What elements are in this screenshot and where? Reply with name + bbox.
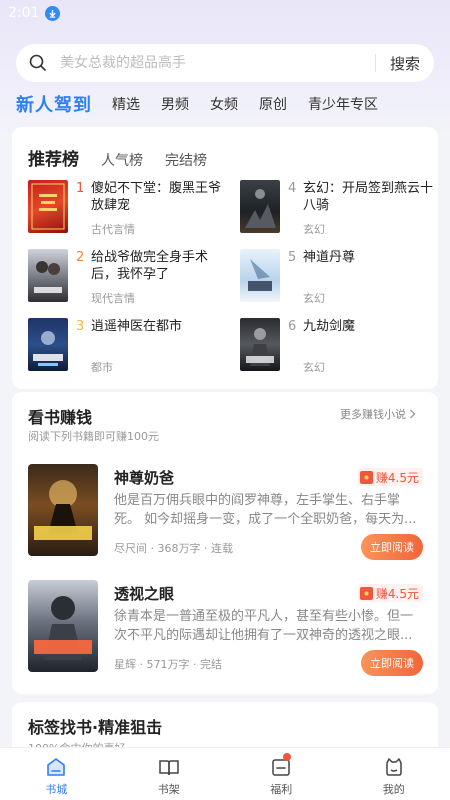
rank-genre: 古代言情: [91, 223, 135, 236]
reward-amount: 赚4.5元: [375, 586, 419, 601]
tab-finished-rank[interactable]: 完结榜: [165, 150, 207, 170]
bookstore-icon: [47, 758, 66, 776]
red-envelope-icon: [359, 586, 373, 600]
rank-number: 3: [76, 319, 85, 334]
nav-label: 书架: [157, 783, 180, 796]
nav-label: 我的: [382, 783, 405, 796]
tab-featured[interactable]: 精选: [112, 94, 140, 114]
nav-bookstore[interactable]: 书城: [0, 748, 113, 800]
rank-title: 九劫剑魔: [303, 319, 356, 334]
rank-genre: 玄幻: [303, 223, 325, 236]
tab-male[interactable]: 男频: [161, 94, 189, 114]
reward-badge: 赚4.5元: [357, 584, 423, 602]
rank-item[interactable]: 2 给战爷做完全身手术后，我怀孕了 现代言情: [28, 249, 228, 309]
red-envelope-icon: [359, 470, 373, 484]
section-title: 标签找书·精准狙击: [28, 718, 163, 737]
book-cover: [28, 580, 98, 672]
book-meta: 尽尺间 · 368万字 · 连载: [114, 542, 233, 555]
rank-genre: 都市: [91, 361, 113, 374]
profile-icon: [386, 758, 402, 776]
rank-genre: 玄幻: [303, 292, 325, 305]
book-item[interactable]: 透视之眼 赚4.5元 徐青本是一普通至极的平凡人，甚至有些小惨。但一次不平凡的际…: [28, 580, 423, 676]
ranking-card: 推荐榜 人气榜 完结榜 1 傻妃不下堂：腹黑王爷放肆宠 古代言情 2 给战爷做完…: [12, 127, 438, 389]
category-nav: 新人驾到 精选 男频 女频 原创 青少年专区: [16, 92, 436, 116]
status-bar: 2:01: [0, 0, 450, 26]
ranking-tabs: 推荐榜 人气榜 完结榜: [28, 145, 229, 170]
rank-number: 4: [288, 181, 297, 196]
chevron-right-icon: [410, 409, 416, 419]
more-earn-label: 更多赚钱小说: [340, 408, 406, 421]
section-title: 看书赚钱: [28, 408, 93, 427]
rank-item[interactable]: 5 神道丹尊 玄幻: [240, 249, 440, 309]
reward-badge: 赚4.5元: [357, 468, 423, 486]
book-title: 神尊奶爸: [114, 469, 175, 487]
rank-title: 玄幻：开局签到燕云十八骑: [303, 181, 434, 213]
book-cover: [240, 318, 280, 371]
rank-item[interactable]: 1 傻妃不下堂：腹黑王爷放肆宠 古代言情: [28, 180, 228, 240]
rank-number: 1: [76, 181, 85, 196]
bookshelf-icon: [159, 760, 179, 776]
section-subtitle: 阅读下列书籍即可赚100元: [28, 430, 159, 443]
tab-youth[interactable]: 青少年专区: [308, 94, 378, 114]
notification-dot: [283, 753, 291, 761]
nav-welfare[interactable]: 福利: [225, 748, 338, 800]
tab-female[interactable]: 女频: [210, 94, 238, 114]
book-description: 徐青本是一普通至极的平凡人，甚至有些小惨。但一次不平凡的际遇却让他拥有了一双神奇…: [114, 609, 414, 643]
rank-item[interactable]: 3 逍遥神医在都市 都市: [28, 318, 228, 378]
book-cover: [28, 180, 68, 233]
book-title: 透视之眼: [114, 585, 175, 603]
book-cover: [240, 180, 280, 233]
status-time: 2:01: [8, 5, 40, 21]
rank-title: 神道丹尊: [303, 250, 356, 265]
rank-number: 2: [76, 250, 85, 265]
search-button[interactable]: 搜索: [376, 53, 434, 74]
tab-popular-rank[interactable]: 人气榜: [101, 150, 143, 170]
nav-label: 福利: [270, 783, 293, 796]
rank-genre: 现代言情: [91, 292, 135, 305]
book-cover: [240, 249, 280, 302]
rank-genre: 玄幻: [303, 361, 325, 374]
reward-amount: 赚4.5元: [375, 470, 419, 485]
nav-profile[interactable]: 我的: [338, 748, 450, 800]
book-description: 他是百万佣兵眼中的阎罗神尊，左手掌生、右手掌死。 如今却摇身一变，成了一个全职奶…: [114, 493, 417, 527]
more-earn-link[interactable]: 更多赚钱小说: [340, 406, 416, 422]
book-cover: [28, 464, 98, 556]
book-item[interactable]: 神尊奶爸 赚4.5元 他是百万佣兵眼中的阎罗神尊，左手掌生、右手掌死。 如今却摇…: [28, 464, 423, 560]
tab-new-user[interactable]: 新人驾到: [16, 91, 92, 117]
tab-recommend-rank[interactable]: 推荐榜: [28, 145, 79, 170]
rank-item[interactable]: 6 九劫剑魔 玄幻: [240, 318, 440, 378]
rank-title: 傻妃不下堂：腹黑王爷放肆宠: [91, 181, 222, 213]
read-now-button[interactable]: 立即阅读: [361, 650, 423, 676]
bottom-nav: 书城 书架 福利 我的: [0, 747, 450, 800]
rank-item[interactable]: 4 玄幻：开局签到燕云十八骑 玄幻: [240, 180, 440, 240]
book-cover: [28, 318, 68, 371]
rank-number: 5: [288, 250, 297, 265]
rank-title: 给战爷做完全身手术后，我怀孕了: [91, 250, 209, 282]
nav-label: 书城: [45, 783, 68, 796]
download-icon: [45, 5, 61, 21]
tab-original[interactable]: 原创: [259, 94, 287, 114]
rank-number: 6: [288, 319, 297, 334]
rank-title: 逍遥神医在都市: [91, 319, 183, 334]
earn-money-card: 看书赚钱 阅读下列书籍即可赚100元 更多赚钱小说 神尊奶爸 赚4.5元 他是百…: [12, 392, 438, 694]
search-input[interactable]: [60, 55, 375, 71]
book-cover: [28, 249, 68, 302]
book-meta: 星辉 · 571万字 · 完结: [114, 658, 222, 671]
read-now-button[interactable]: 立即阅读: [361, 534, 423, 560]
search-icon: [16, 54, 60, 72]
nav-bookshelf[interactable]: 书架: [113, 748, 226, 800]
search-bar[interactable]: 搜索: [16, 44, 434, 82]
